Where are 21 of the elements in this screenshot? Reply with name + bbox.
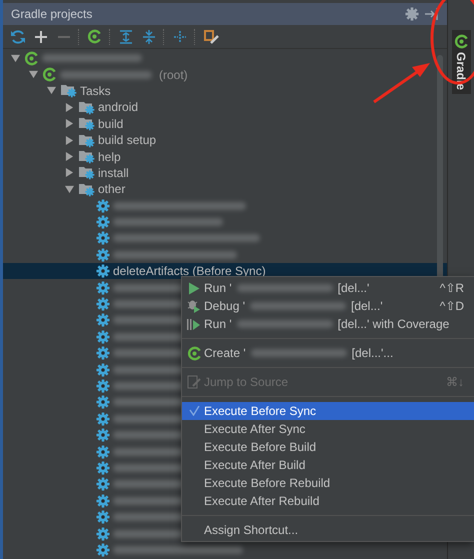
- menu-label: [del...': [338, 281, 370, 295]
- tree-label: android: [98, 100, 138, 114]
- menu-label: [del...' with Coverage: [338, 317, 450, 331]
- menu-label: Run ': [204, 317, 232, 331]
- shortcut-label: ^⇧R: [440, 281, 464, 295]
- tree-label: build setup: [98, 133, 156, 148]
- shortcut-label: ⌘↓: [446, 375, 464, 389]
- tree-label: help: [98, 150, 121, 164]
- panel-title: Gradle projects: [11, 7, 94, 21]
- menu-label: Run ': [204, 281, 232, 295]
- root-label: (root): [159, 68, 188, 82]
- tree-label: Tasks: [80, 84, 111, 98]
- menu-label: [del...': [351, 299, 383, 313]
- menu-label: [del...'...: [352, 346, 394, 360]
- shortcut-label: ^⇧D: [440, 299, 464, 313]
- menu-label: Debug ': [204, 299, 245, 313]
- menu-label: Create ': [204, 346, 246, 360]
- tree-label: install: [98, 166, 129, 180]
- menu-label: Assign Shortcut...: [204, 523, 298, 537]
- tree-label: build: [98, 116, 124, 131]
- tree-label: other: [98, 182, 126, 196]
